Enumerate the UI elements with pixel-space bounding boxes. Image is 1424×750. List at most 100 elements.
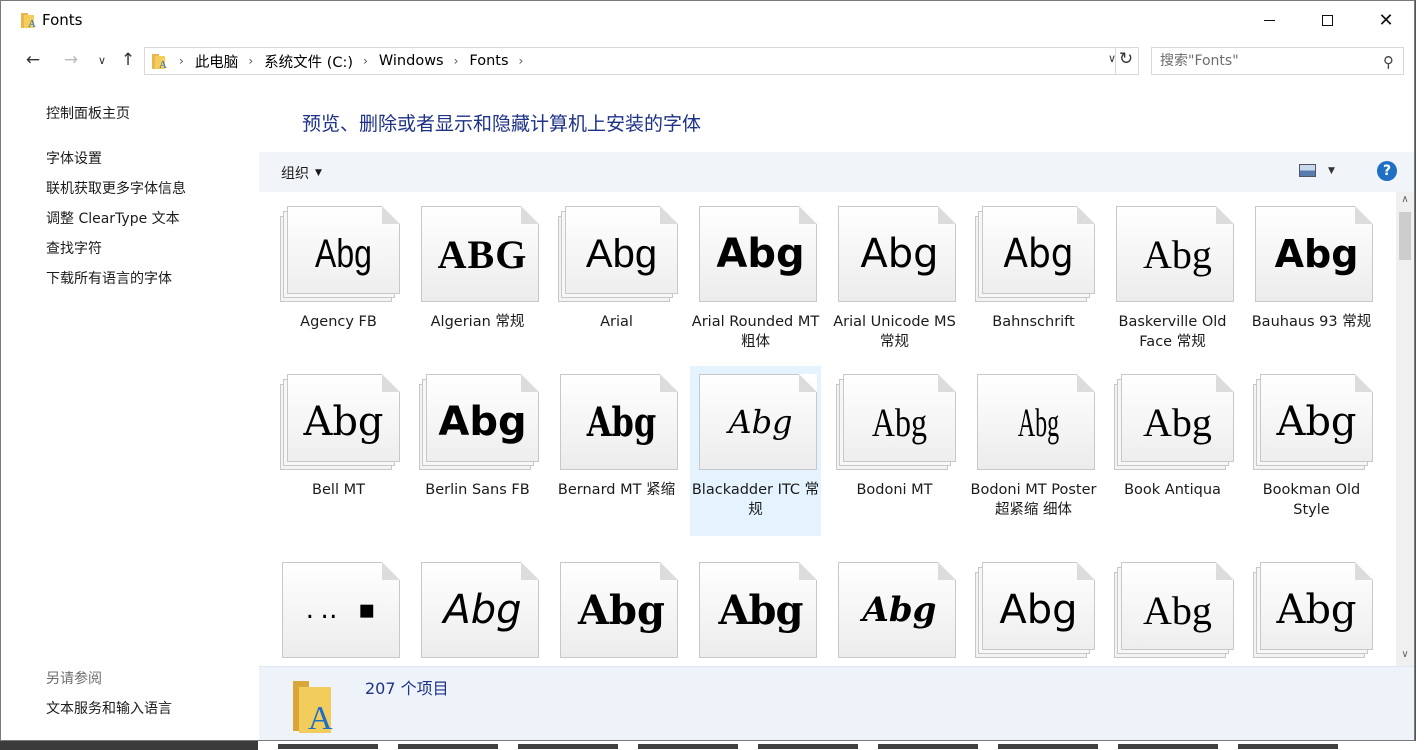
- font-name-label: Bell MT: [312, 482, 365, 498]
- breadcrumb-c-drive[interactable]: 系统文件 (C:) ›: [264, 51, 379, 72]
- breadcrumb-fonts[interactable]: Fonts ›: [469, 53, 534, 69]
- up-button[interactable]: ↑: [116, 48, 140, 72]
- font-file-icon: ABG: [419, 204, 539, 304]
- font-settings-link[interactable]: 字体设置: [46, 148, 102, 168]
- maximize-icon: [1321, 14, 1333, 26]
- font-tile[interactable]: Abg Bell MT: [273, 366, 404, 536]
- details-pane: A 207 个项目: [259, 666, 1414, 740]
- scroll-thumb[interactable]: [1399, 212, 1411, 260]
- font-preview-sample: ABG: [437, 231, 528, 277]
- font-tile[interactable]: Abg Blackadder ITC 常规: [690, 366, 821, 536]
- refresh-button[interactable]: ↻: [1116, 49, 1136, 69]
- font-file-icon: Abg: [1253, 204, 1373, 304]
- chevron-right-icon[interactable]: ›: [248, 54, 253, 68]
- chevron-right-icon[interactable]: ›: [519, 54, 524, 68]
- breadcrumb-windows[interactable]: Windows ›: [379, 53, 470, 69]
- font-name-label: Bodoni MT Poster 超紧缩 细体: [970, 482, 1097, 518]
- font-preview-sample: Abg: [728, 403, 793, 441]
- font-preview-sample: Abg: [1143, 231, 1212, 277]
- find-character-link[interactable]: 查找字符: [46, 238, 102, 258]
- vertical-scrollbar[interactable]: ∧ ∨: [1396, 192, 1414, 666]
- font-tile[interactable]: Abg Agency FB: [273, 198, 404, 368]
- breadcrumb-separator[interactable]: ›: [169, 54, 195, 68]
- font-family-icon: Abg: [836, 372, 956, 472]
- minimize-icon: [1263, 19, 1275, 21]
- breadcrumb-label: 系统文件 (C:): [264, 54, 354, 71]
- font-tile[interactable]: Abg Bauhaus 93 常规: [1246, 198, 1377, 368]
- get-more-font-info-link[interactable]: 联机获取更多字体信息: [46, 178, 186, 198]
- command-toolbar: 组织 ▼ ▼ ?: [259, 152, 1414, 192]
- font-tile[interactable]: Abg Arial: [551, 198, 682, 368]
- font-tile[interactable]: Abg: [690, 554, 821, 666]
- font-tile[interactable]: Abg Bookman Old Style: [1246, 366, 1377, 536]
- item-count: 207 个项目: [365, 679, 449, 698]
- font-family-icon: Abg: [1253, 372, 1373, 472]
- back-button[interactable]: ←: [21, 48, 45, 72]
- search-box: ⚲: [1151, 47, 1404, 75]
- help-button[interactable]: ?: [1377, 161, 1397, 181]
- organize-menu-button[interactable]: 组织 ▼: [281, 163, 322, 183]
- font-family-icon: Abg: [280, 372, 400, 472]
- font-preview-sample: Abg: [1274, 232, 1359, 276]
- breadcrumb-this-pc[interactable]: 此电脑 ›: [195, 51, 264, 72]
- chevron-right-icon[interactable]: ›: [363, 54, 368, 68]
- font-name-label: Bookman Old Style: [1262, 482, 1361, 518]
- download-all-fonts-link[interactable]: 下载所有语言的字体: [46, 268, 172, 288]
- font-tile[interactable]: Abg Berlin Sans FB: [412, 366, 543, 536]
- font-family-icon: Abg: [975, 560, 1095, 660]
- font-preview-sample: Abg: [1143, 399, 1212, 445]
- fonts-folder-icon: A: [21, 13, 36, 29]
- font-preview-sample: Abg: [1143, 587, 1212, 633]
- font-tile[interactable]: Abg: [551, 554, 682, 666]
- font-name-label: Berlin Sans FB: [425, 482, 530, 498]
- scroll-up-icon[interactable]: ∧: [1396, 194, 1414, 211]
- font-preview-sample: Abg: [1003, 231, 1074, 277]
- close-button[interactable]: ✕: [1357, 1, 1414, 39]
- font-tile[interactable]: Abg Bernard MT 紧缩: [551, 366, 682, 536]
- font-tile[interactable]: Abg Bodoni MT: [829, 366, 960, 536]
- recent-locations-button[interactable]: ∨: [93, 48, 111, 72]
- font-tile[interactable]: Abg Bahnschrift: [968, 198, 1099, 368]
- forward-button[interactable]: →: [59, 48, 83, 72]
- control-panel-home-link[interactable]: 控制面板主页: [46, 103, 130, 123]
- text-services-link[interactable]: 文本服务和输入语言: [46, 698, 172, 718]
- font-family-icon: Abg: [1253, 560, 1373, 660]
- font-tile[interactable]: Abg: [1246, 554, 1377, 666]
- font-preview-sample: Abg: [718, 586, 804, 634]
- maximize-button[interactable]: [1298, 1, 1356, 39]
- font-name-label: Bodoni MT: [856, 482, 933, 498]
- font-tile[interactable]: Abg Arial Unicode MS 常规: [829, 198, 960, 368]
- font-tile[interactable]: Abg: [1107, 554, 1238, 666]
- change-view-button[interactable]: ▼: [1299, 164, 1335, 177]
- font-tile[interactable]: Abg: [412, 554, 543, 666]
- search-icon[interactable]: ⚲: [1383, 53, 1394, 71]
- address-bar[interactable]: A › 此电脑 › 系统文件 (C:) › Windows › Fonts › ∨ ↻: [144, 47, 1139, 75]
- font-preview-sample: Abg: [586, 398, 657, 446]
- font-tile[interactable]: ABG Algerian 常规: [412, 198, 543, 368]
- font-tile[interactable]: ․‥ ▪: [273, 554, 404, 666]
- organize-label: 组织: [281, 166, 309, 182]
- font-name-label: Arial: [600, 314, 633, 330]
- font-tile[interactable]: Abg Bodoni MT Poster 超紧缩 细体: [968, 366, 1099, 536]
- search-input[interactable]: [1160, 53, 1375, 69]
- background-window-edge-bottom: [258, 741, 1424, 750]
- scroll-down-icon[interactable]: ∨: [1396, 649, 1414, 666]
- font-tile[interactable]: Abg Arial Rounded MT 粗体: [690, 198, 821, 368]
- font-name-label: Arial Unicode MS 常规: [833, 314, 956, 350]
- breadcrumb-label: Fonts: [469, 53, 509, 69]
- font-file-icon: Abg: [1114, 204, 1234, 304]
- font-tile[interactable]: Abg Baskerville Old Face 常规: [1107, 198, 1238, 368]
- refresh-icon: ↻: [1118, 49, 1134, 69]
- font-tile[interactable]: Abg: [829, 554, 960, 666]
- font-grid: Abg Agency FB ABG Algerian 常规 Abg Arial Abg Ari…: [259, 192, 1414, 666]
- font-name-label: Bahnschrift: [992, 314, 1075, 330]
- font-file-icon: Abg: [836, 560, 956, 660]
- adjust-cleartype-link[interactable]: 调整 ClearType 文本: [46, 208, 180, 228]
- font-tile[interactable]: Abg Book Antiqua: [1107, 366, 1238, 536]
- chevron-right-icon[interactable]: ›: [454, 54, 459, 68]
- minimize-button[interactable]: [1240, 1, 1298, 39]
- font-tile[interactable]: Abg: [968, 554, 1099, 666]
- svg-text:A: A: [308, 700, 333, 735]
- page-title: 预览、删除或者显示和隐藏计算机上安装的字体: [302, 113, 702, 135]
- font-family-icon: Abg: [280, 204, 400, 304]
